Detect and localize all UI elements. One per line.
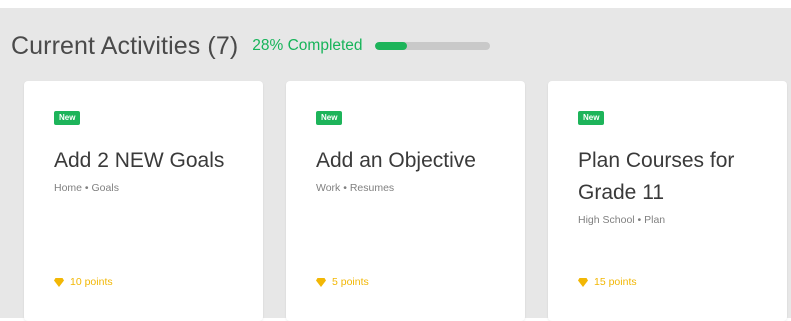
points-label: 5 points [332, 276, 369, 288]
activity-meta: High School • Plan [578, 214, 666, 226]
activity-cards: New Add 2 NEW Goals Home • Goals 10 poin… [24, 81, 787, 321]
activities-header: Current Activities (7) 28% Completed [11, 28, 490, 64]
activity-points: 5 points [316, 276, 369, 288]
points-label: 15 points [594, 276, 637, 288]
activity-points: 15 points [578, 276, 637, 288]
activities-panel: Current Activities (7) 28% Completed New… [0, 8, 791, 321]
points-label: 10 points [70, 276, 113, 288]
activity-title-block: Add 2 NEW Goals Home • Goals [54, 145, 244, 195]
activity-title-block: Add an Objective Work • Resumes [316, 145, 506, 195]
gem-icon [316, 277, 326, 287]
new-badge: New [578, 111, 605, 125]
activity-card[interactable]: New Add 2 NEW Goals Home • Goals 10 poin… [24, 81, 263, 321]
page-title: Current Activities (7) [11, 31, 239, 60]
activity-meta: Home • Goals [54, 182, 119, 194]
gem-icon [54, 277, 64, 287]
activity-card[interactable]: New Add an Objective Work • Resumes 5 po… [286, 81, 525, 321]
activity-title: Add 2 NEW Goals [54, 149, 225, 172]
activity-points: 10 points [54, 276, 113, 288]
activity-meta: Work • Resumes [316, 182, 395, 194]
activity-title: Plan Courses for Grade 11 [578, 149, 735, 204]
completion-label: 28% Completed [252, 37, 363, 54]
activity-title-block: Plan Courses for Grade 11 High School • … [578, 145, 768, 227]
new-badge: New [316, 111, 343, 125]
activity-card[interactable]: New Plan Courses for Grade 11 High Schoo… [548, 81, 787, 321]
progress-bar [374, 42, 490, 50]
progress-fill [374, 42, 407, 50]
gem-icon [578, 277, 588, 287]
new-badge: New [54, 111, 81, 125]
activity-title: Add an Objective [316, 149, 476, 172]
